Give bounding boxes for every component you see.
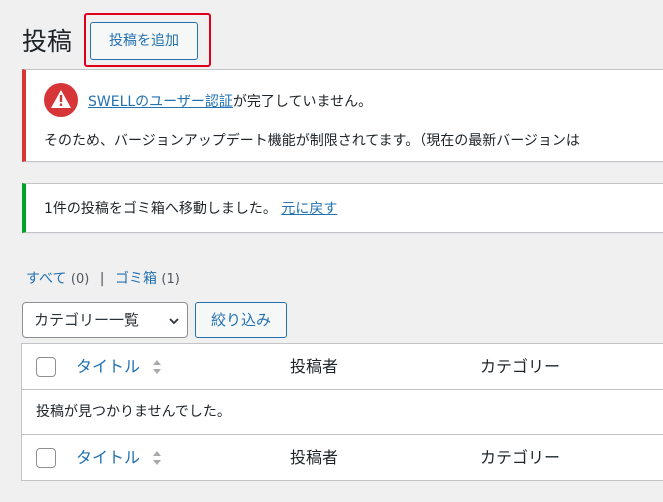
- view-separator: |: [99, 271, 105, 287]
- empty-message: 投稿が見つかりませんでした。: [36, 404, 231, 420]
- column-category-footer: カテゴリー: [480, 448, 561, 467]
- post-status-views: すべて (0) | ゴミ箱 (1): [26, 269, 180, 290]
- sort-icon[interactable]: [152, 357, 162, 377]
- filter-button[interactable]: 絞り込み: [195, 302, 287, 338]
- view-trash-count: (1): [161, 272, 180, 287]
- view-all-count: (0): [70, 272, 90, 287]
- view-all-link[interactable]: すべて: [26, 271, 66, 287]
- chevron-down-icon: [169, 318, 179, 325]
- column-category-header: カテゴリー: [480, 357, 561, 376]
- select-all-checkbox-footer[interactable]: [36, 448, 56, 468]
- warning-icon: [44, 83, 78, 117]
- column-title-header[interactable]: タイトル: [76, 357, 140, 377]
- column-author-footer: 投稿者: [290, 448, 339, 467]
- category-filter-select[interactable]: カテゴリー一覧: [22, 302, 188, 338]
- swell-auth-link[interactable]: SWELLのユーザー認証: [88, 94, 233, 110]
- success-notice-text: 1件の投稿をゴミ箱へ移動しました。: [44, 201, 277, 217]
- undo-link[interactable]: 元に戻す: [281, 201, 337, 217]
- error-notice-line2: そのため、バージョンアップデート機能が制限されてます。（現在の最新バージョンは: [44, 133, 580, 149]
- footer-divider: [21, 434, 663, 435]
- category-filter-value: カテゴリー一覧: [34, 311, 140, 329]
- sort-icon[interactable]: [152, 448, 162, 468]
- error-notice-suffix: が完了していません。: [232, 94, 373, 110]
- header-divider: [21, 389, 663, 390]
- error-notice-line1: SWELLのユーザー認証が完了していません。: [88, 92, 372, 112]
- column-author-header: 投稿者: [290, 357, 339, 376]
- add-new-post-button[interactable]: 投稿を追加: [90, 22, 198, 60]
- page-title: 投稿: [22, 27, 73, 56]
- column-title-footer[interactable]: タイトル: [76, 448, 140, 468]
- success-notice-line: 1件の投稿をゴミ箱へ移動しました。 元に戻す: [44, 199, 337, 219]
- view-trash-link[interactable]: ゴミ箱: [115, 271, 157, 287]
- select-all-checkbox[interactable]: [36, 357, 56, 377]
